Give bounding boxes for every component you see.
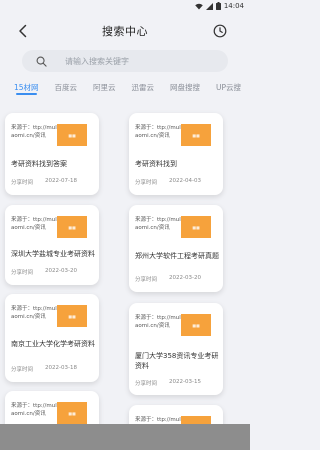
thumbnail-mark: ■■ (68, 132, 76, 138)
card-thumbnail: ■■ (181, 216, 211, 238)
card-meta: 分享时间 2022-07-18 (11, 178, 97, 186)
status-time: 14:04 (223, 2, 244, 10)
card-thumbnail: ■■ (57, 402, 87, 424)
thumbnail-mark: ■■ (68, 410, 76, 416)
card-date: 2022-07-18 (45, 178, 77, 184)
thumbnail-mark: ■■ (192, 224, 200, 230)
card-author: 分享时间 (11, 367, 34, 373)
card-thumbnail: ■■ (181, 124, 211, 146)
clock-icon (213, 24, 227, 38)
card-meta: 分享时间 2022-03-20 (11, 268, 97, 276)
signal-icon (205, 2, 213, 10)
card-author: 分享时间 (11, 270, 34, 276)
card-source: 来源于：ttp://mulaomi.cn/资讯 (135, 125, 181, 139)
card-date: 2022-03-18 (45, 365, 77, 371)
card-source: 来源于：ttp://mulaomi.cn/资讯 (11, 403, 57, 417)
page-title: 搜索中心 (102, 25, 148, 38)
tab-baidu[interactable]: 百度云 (55, 80, 78, 93)
tab-upyun[interactable]: UP云搜 (216, 80, 241, 93)
card-thumbnail: ■■ (57, 124, 87, 146)
thumbnail-mark: ■■ (192, 322, 200, 328)
tab-xunlei[interactable]: 迅雷云 (132, 80, 155, 93)
card-source: 来源于：ttp://mulaomi.cn/资讯 (11, 125, 57, 139)
result-card[interactable]: 来源于：ttp://mulaomi.cn/资讯 ■■ 考研资料找到答案 分享时间… (5, 113, 99, 195)
card-meta: 分享时间 2022-04-03 (135, 178, 221, 186)
result-card[interactable]: 来源于：ttp://mulaomi.cn/资讯 ■■ 南京工业大学化学考研资料 … (5, 294, 99, 382)
card-date: 2022-04-03 (169, 178, 201, 184)
card-author: 分享时间 (135, 277, 158, 283)
card-source: 来源于：ttp://mulaomi.cn/资讯 (11, 306, 57, 320)
card-meta: 分享时间 2022-03-15 (135, 379, 221, 387)
search-box[interactable] (22, 50, 228, 72)
source-tabs: 15材网 百度云 阿里云 迅雷云 网盘搜搜 UP云搜 (0, 80, 250, 98)
thumbnail-mark: ■■ (68, 224, 76, 230)
card-date: 2022-03-15 (169, 379, 201, 385)
card-source: 来源于：ttp://mulaomi.cn/资讯 (135, 217, 181, 231)
result-card[interactable]: 来源于：ttp://mulaomi.cn/资讯 ■■ 厦门大学358资讯专业考研… (129, 303, 223, 395)
card-author: 分享时间 (11, 180, 34, 186)
card-thumbnail: ■■ (57, 216, 87, 238)
card-source: 来源于：ttp://mulaomi.cn/资讯 (11, 217, 57, 231)
card-date: 2022-03-20 (169, 275, 201, 281)
tab-pansoso[interactable]: 网盘搜搜 (170, 80, 200, 93)
wifi-icon (195, 3, 203, 10)
system-nav-bar (0, 424, 250, 450)
card-date: 2022-03-20 (45, 268, 77, 274)
back-button[interactable] (15, 23, 31, 39)
card-source: 来源于：ttp://mulaomi.cn/资讯 (135, 315, 181, 329)
search-input[interactable] (65, 56, 205, 66)
tab-15cai[interactable]: 15材网 (14, 80, 39, 95)
tab-aliyun[interactable]: 阿里云 (93, 80, 116, 93)
card-author: 分享时间 (135, 381, 158, 387)
card-meta: 分享时间 2022-03-20 (135, 275, 221, 283)
card-title: 厦门大学358资讯专业考研资料 (135, 352, 219, 370)
card-thumbnail: ■■ (181, 314, 211, 336)
card-title: 南京工业大学化学考研资料 (11, 340, 95, 348)
history-button[interactable] (212, 23, 228, 39)
card-title: 考研资料找到 (135, 160, 177, 168)
result-card[interactable]: 来源于：ttp://mulaomi.cn/资讯 ■■ 深圳大学盐城专业考研资料 … (5, 205, 99, 285)
card-author: 分享时间 (135, 180, 158, 186)
card-thumbnail: ■■ (57, 305, 87, 327)
card-title: 深圳大学盐城专业考研资料 (11, 250, 95, 258)
card-meta: 分享时间 2022-03-18 (11, 365, 97, 373)
card-title: 郑州大学软件工程考研真题 (135, 252, 219, 260)
status-bar: 14:04 (0, 0, 250, 12)
header: 搜索中心 (0, 14, 250, 48)
thumbnail-mark: ■■ (192, 132, 200, 138)
result-card[interactable]: 来源于：ttp://mulaomi.cn/资讯 ■■ 考研资料找到 分享时间 2… (129, 113, 223, 195)
battery-icon (215, 2, 221, 10)
card-title: 考研资料找到答案 (11, 160, 67, 168)
search-icon (36, 56, 47, 67)
result-card[interactable]: 来源于：ttp://mulaomi.cn/资讯 ■■ 郑州大学软件工程考研真题 … (129, 205, 223, 292)
chevron-left-icon (19, 24, 27, 38)
thumbnail-mark: ■■ (68, 313, 76, 319)
